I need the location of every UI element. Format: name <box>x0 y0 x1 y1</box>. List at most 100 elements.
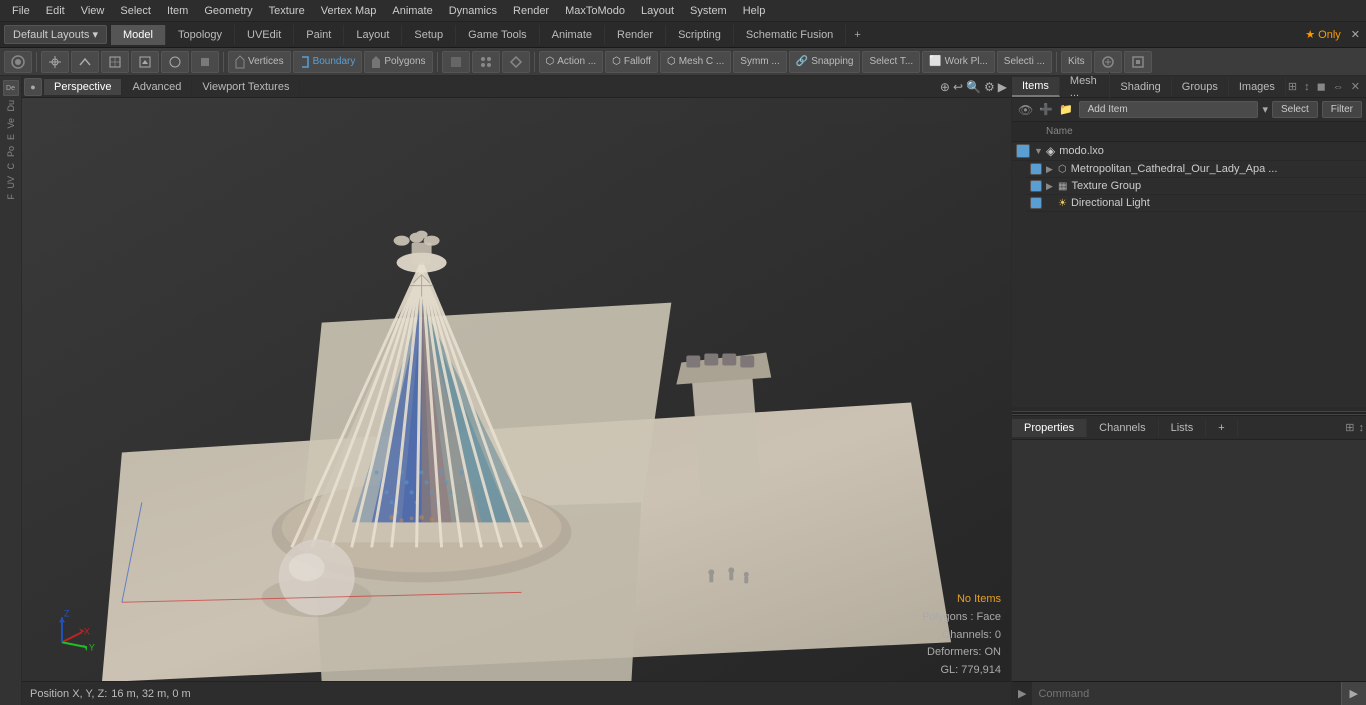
command-input[interactable] <box>1032 682 1340 705</box>
tool-vertices[interactable]: Vertices Vertices <box>228 51 291 73</box>
tool-mode3[interactable] <box>191 51 219 73</box>
layout-tab-animate[interactable]: Animate <box>540 25 605 45</box>
tool-crosshair[interactable] <box>41 51 69 73</box>
tool-selection[interactable]: Selecti ... <box>997 51 1052 73</box>
menu-maxtomodo[interactable]: MaxToModo <box>557 3 633 19</box>
props-resize-icon[interactable]: ↕ <box>1357 422 1366 434</box>
vp-tab-perspective[interactable]: Perspective <box>44 79 122 95</box>
item-cathedral[interactable]: ▶ ⬡ Metropolitan_Cathedral_Our_Lady_Apa … <box>1026 161 1366 178</box>
select-button[interactable]: Select <box>1272 101 1318 118</box>
expand-0[interactable]: ▼ <box>1034 146 1044 156</box>
layout-tab-render[interactable]: Render <box>605 25 666 45</box>
prop-tab-lists[interactable]: Lists <box>1159 419 1207 437</box>
menu-dynamics[interactable]: Dynamics <box>441 3 505 19</box>
filter-button[interactable]: Filter <box>1322 101 1362 118</box>
menu-item[interactable]: Item <box>159 3 196 19</box>
item-vis-3[interactable] <box>1030 197 1042 209</box>
panel-icon-x[interactable]: ✕ <box>1349 80 1362 93</box>
menu-file[interactable]: File <box>4 3 38 19</box>
prop-tab-plus[interactable]: + <box>1206 419 1237 437</box>
items-eye-icon[interactable]: 👁 <box>1016 103 1035 117</box>
vp-icon-search[interactable]: 🔍 <box>966 80 981 94</box>
viewport-canvas[interactable]: X Y Z No Items Polygons : Face Channels:… <box>22 98 1011 705</box>
tool-display1[interactable] <box>442 51 470 73</box>
tool-boundary[interactable]: Boundary <box>293 51 363 73</box>
cmd-toggle-btn[interactable]: ▶ <box>1012 687 1032 700</box>
expand-1[interactable]: ▶ <box>1046 164 1056 175</box>
tool-select-mode[interactable] <box>131 51 159 73</box>
panel-resize[interactable]: ⇔ <box>1331 81 1346 93</box>
vp-icon-crosshair[interactable]: ⊕ <box>940 80 950 94</box>
layout-add-tab[interactable]: + <box>846 25 868 45</box>
vp-icon-settings[interactable]: ⚙ <box>984 80 995 94</box>
item-modo-lxo[interactable]: ▼ ◈ modo.lxo <box>1012 142 1366 161</box>
panel-tab-items[interactable]: Items <box>1012 77 1060 97</box>
add-item-dropdown[interactable]: ▾ <box>1262 103 1268 116</box>
prop-tab-channels[interactable]: Channels <box>1087 419 1158 437</box>
layout-tab-paint[interactable]: Paint <box>294 25 344 45</box>
vp-tab-textures[interactable]: Viewport Textures <box>192 79 300 95</box>
menu-vertex-map[interactable]: Vertex Map <box>313 3 385 19</box>
layout-tab-scripting[interactable]: Scripting <box>666 25 734 45</box>
vp-icon-play[interactable]: ▶ <box>998 80 1007 94</box>
vp-icon-undo[interactable]: ↩ <box>953 80 963 94</box>
props-expand-icon[interactable]: ⊞ <box>1343 421 1356 434</box>
layout-close[interactable]: ✕ <box>1345 26 1366 43</box>
layout-tab-model[interactable]: Model <box>111 25 166 45</box>
tool-workplane[interactable]: ⬜Work Pl... <box>922 51 995 73</box>
tool-polygons[interactable]: Polygons <box>364 51 432 73</box>
tool-icon2[interactable] <box>1124 51 1152 73</box>
vp-tab-advanced[interactable]: Advanced <box>122 79 192 95</box>
items-folder-icon[interactable]: 📁 <box>1057 103 1075 116</box>
layout-tab-topology[interactable]: Topology <box>166 25 235 45</box>
tool-icon1[interactable] <box>1094 51 1122 73</box>
panel-icon-add[interactable]: ⊞ <box>1286 80 1299 93</box>
menu-system[interactable]: System <box>682 3 735 19</box>
tool-logo[interactable] <box>4 51 32 73</box>
menu-layout[interactable]: Layout <box>633 3 682 19</box>
tool-falloff[interactable]: ⬡Falloff <box>605 51 658 73</box>
menu-animate[interactable]: Animate <box>384 3 440 19</box>
item-texture-group[interactable]: ▶ ▦ Texture Group <box>1026 178 1366 195</box>
tool-display3[interactable] <box>502 51 530 73</box>
item-vis-0[interactable] <box>1016 144 1030 158</box>
panel-tab-images[interactable]: Images <box>1229 78 1286 96</box>
panel-icon-view[interactable]: ◼ <box>1315 80 1328 93</box>
tool-mode1[interactable] <box>101 51 129 73</box>
layout-tab-setup[interactable]: Setup <box>402 25 456 45</box>
menu-help[interactable]: Help <box>735 3 774 19</box>
menu-geometry[interactable]: Geometry <box>196 3 260 19</box>
panel-tab-groups[interactable]: Groups <box>1172 78 1229 96</box>
tool-kits[interactable]: Kits <box>1061 51 1092 73</box>
menu-edit[interactable]: Edit <box>38 3 73 19</box>
sidebar-tool-de[interactable]: De <box>3 80 19 96</box>
menu-render[interactable]: Render <box>505 3 557 19</box>
panel-tab-shading[interactable]: Shading <box>1110 78 1171 96</box>
tool-mesh[interactable]: ⬡Mesh C ... <box>660 51 731 73</box>
layout-dropdown[interactable]: Default Layouts ▾ <box>4 25 107 44</box>
tool-symm[interactable]: Symm ... <box>733 51 786 73</box>
menu-texture[interactable]: Texture <box>261 3 313 19</box>
tool-orient[interactable] <box>71 51 99 73</box>
panel-icon-expand[interactable]: ↕ <box>1302 81 1312 93</box>
viewport[interactable]: ● Perspective Advanced Viewport Textures… <box>22 76 1011 705</box>
tool-display2[interactable] <box>472 51 500 73</box>
vp-dot[interactable]: ● <box>24 78 42 96</box>
item-dir-light[interactable]: ☀ Directional Light <box>1026 195 1366 212</box>
menu-view[interactable]: View <box>73 3 113 19</box>
tool-action[interactable]: ⬡Action ... <box>539 51 604 73</box>
items-add-icon[interactable]: ➕ <box>1037 103 1055 116</box>
item-vis-1[interactable] <box>1030 163 1042 175</box>
item-vis-2[interactable] <box>1030 180 1042 192</box>
cmd-run-btn[interactable]: ▶ <box>1341 682 1366 705</box>
layout-tab-gametools[interactable]: Game Tools <box>456 25 540 45</box>
prop-tab-properties[interactable]: Properties <box>1012 419 1087 437</box>
tool-snapping[interactable]: 🔗Snapping <box>789 51 861 73</box>
layout-tab-uvedit[interactable]: UVEdit <box>235 25 294 45</box>
expand-2[interactable]: ▶ <box>1046 181 1056 192</box>
menu-select[interactable]: Select <box>112 3 159 19</box>
panel-tab-mesh[interactable]: Mesh ... <box>1060 72 1110 102</box>
tool-mode2[interactable] <box>161 51 189 73</box>
tool-select-t[interactable]: Select T... <box>862 51 920 73</box>
layout-tab-layout[interactable]: Layout <box>344 25 402 45</box>
